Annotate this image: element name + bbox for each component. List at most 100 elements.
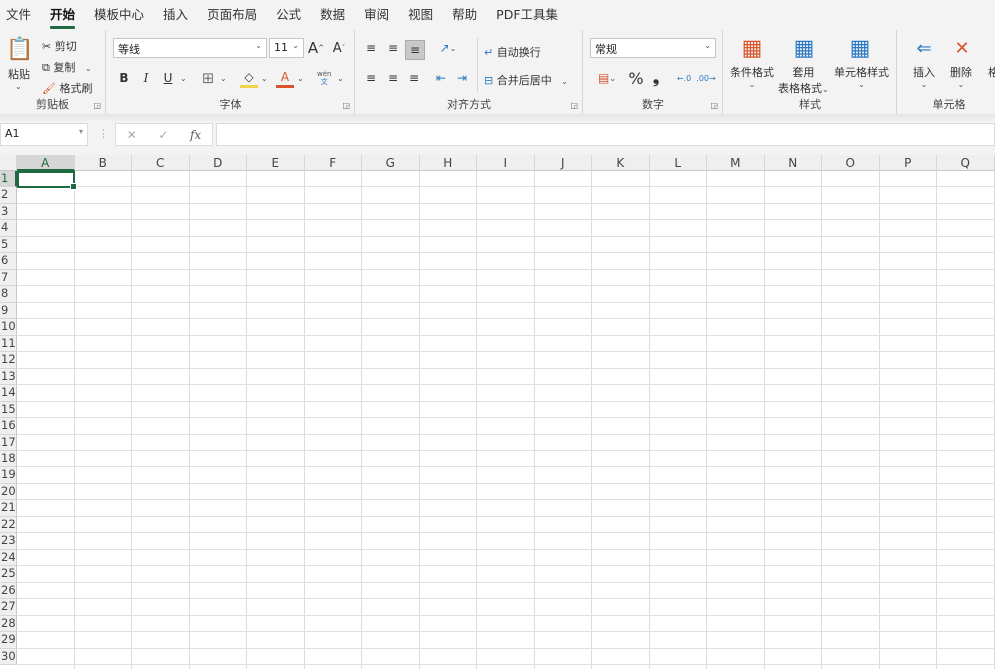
accounting-format-icon[interactable]: ▤ ⌄ xyxy=(592,68,622,88)
font-color-icon[interactable]: A xyxy=(276,68,294,88)
row-header[interactable]: 1 xyxy=(0,171,17,188)
chevron-down-icon[interactable]: ⌄ xyxy=(220,74,227,83)
format-as-table-icon[interactable]: ▦ xyxy=(790,36,818,61)
menu-tab[interactable]: 公式 xyxy=(276,4,301,23)
row-header[interactable]: 14 xyxy=(0,385,17,402)
insert-cells-button[interactable]: 插入 ⌄ xyxy=(913,64,935,89)
column-header[interactable]: F xyxy=(304,155,362,171)
chevron-down-icon[interactable]: ⌄ xyxy=(297,74,304,83)
menu-tab[interactable]: 插入 xyxy=(163,4,188,23)
menu-tab[interactable]: 视图 xyxy=(408,4,433,23)
row-header[interactable]: 19 xyxy=(0,467,17,484)
row-header[interactable]: 22 xyxy=(0,516,17,534)
enter-icon[interactable]: ✓ xyxy=(158,128,168,142)
menu-tab[interactable]: PDF工具集 xyxy=(496,4,558,23)
name-box[interactable]: A1 ▾ xyxy=(0,123,88,146)
row-header[interactable]: 15 xyxy=(0,401,17,419)
row-header[interactable]: 27 xyxy=(0,599,17,616)
increase-decimal-icon[interactable]: ←.0 xyxy=(674,68,694,88)
conditional-format-icon[interactable]: ▦ xyxy=(738,36,766,61)
align-top-icon[interactable]: ≡ xyxy=(362,38,380,58)
dialog-launcher-icon[interactable]: ◲ xyxy=(710,101,718,110)
align-middle-icon[interactable]: ≡ xyxy=(384,38,402,58)
row-header[interactable]: 25 xyxy=(0,566,17,583)
column-header[interactable]: L xyxy=(649,155,707,171)
active-cell[interactable] xyxy=(17,171,77,190)
select-all-button[interactable] xyxy=(0,155,17,171)
menu-tab[interactable]: 文件 xyxy=(6,4,31,23)
align-bottom-icon[interactable]: ≡ xyxy=(405,40,425,60)
delete-cells-icon[interactable]: ✕ xyxy=(948,36,976,60)
chevron-down-icon[interactable]: ⌄ xyxy=(15,82,22,91)
insert-cells-icon[interactable]: ⇐ xyxy=(910,36,938,60)
align-left-icon[interactable]: ≡ xyxy=(362,68,380,88)
underline-button[interactable]: U xyxy=(159,68,177,88)
drag-handle-icon[interactable]: ⋮ xyxy=(98,127,109,140)
row-header[interactable]: 23 xyxy=(0,533,17,550)
decrease-font-icon[interactable]: Aˇ xyxy=(329,38,349,58)
row-header[interactable]: 11 xyxy=(0,335,17,353)
paste-icon[interactable]: 📋 xyxy=(6,34,34,64)
cut-button[interactable]: ✂ 剪切 xyxy=(42,38,77,54)
increase-font-icon[interactable]: A ^ xyxy=(306,38,326,58)
copy-button[interactable]: ⧉ 复制 ⌄ xyxy=(42,59,92,75)
dialog-launcher-icon[interactable]: ◲ xyxy=(342,101,350,110)
column-header[interactable]: J xyxy=(534,155,592,171)
column-header[interactable]: C xyxy=(132,155,190,171)
row-header[interactable]: 3 xyxy=(0,203,17,221)
column-header[interactable]: A xyxy=(17,155,75,171)
row-header[interactable]: 9 xyxy=(0,302,17,320)
insert-function-icon[interactable]: fx xyxy=(190,128,201,142)
percent-button[interactable]: % xyxy=(626,68,646,88)
menu-tab[interactable]: 开始 xyxy=(50,4,76,29)
borders-icon[interactable]: ⊞ xyxy=(199,68,217,88)
decrease-indent-icon[interactable]: ⇤ xyxy=(432,68,450,88)
row-header[interactable]: 7 xyxy=(0,269,17,287)
chevron-down-icon[interactable]: ⌄ xyxy=(337,74,344,83)
cancel-icon[interactable]: ✕ xyxy=(127,128,137,142)
column-header[interactable]: H xyxy=(419,155,477,171)
column-header[interactable]: G xyxy=(362,155,420,171)
column-header[interactable]: N xyxy=(764,155,822,171)
column-header[interactable]: I xyxy=(477,155,535,171)
number-format-select[interactable]: 常规 ⌄ xyxy=(590,38,716,58)
row-header[interactable]: 8 xyxy=(0,286,17,303)
formula-input[interactable] xyxy=(216,123,995,146)
wrap-text-button[interactable]: ↵ 自动换行 xyxy=(484,44,541,60)
fill-color-icon[interactable]: ◇ xyxy=(240,68,258,88)
row-header[interactable]: 10 xyxy=(0,319,17,336)
menu-tab[interactable]: 帮助 xyxy=(452,4,477,23)
row-header[interactable]: 29 xyxy=(0,632,17,649)
phonetic-guide-icon[interactable]: wén 文 xyxy=(317,70,331,86)
row-header[interactable]: 20 xyxy=(0,483,17,501)
merge-center-button[interactable]: ⊟ 合并后居中 ⌄ xyxy=(484,72,568,88)
bold-button[interactable]: B xyxy=(115,68,133,88)
menu-tab[interactable]: 页面布局 xyxy=(207,4,257,23)
column-header[interactable]: D xyxy=(189,155,247,171)
column-header[interactable]: P xyxy=(879,155,937,171)
align-center-icon[interactable]: ≡ xyxy=(384,68,402,88)
dialog-launcher-icon[interactable]: ◲ xyxy=(570,101,578,110)
row-header[interactable]: 17 xyxy=(0,434,17,451)
menu-tab[interactable]: 审阅 xyxy=(364,4,389,23)
column-header[interactable]: K xyxy=(592,155,650,171)
column-header[interactable]: Q xyxy=(937,155,995,171)
font-size-select[interactable]: 11 ⌄ xyxy=(269,38,304,58)
column-header[interactable]: O xyxy=(822,155,880,171)
cell-styles-button[interactable]: 单元格样式 ⌄ xyxy=(834,64,889,89)
italic-button[interactable]: I xyxy=(137,68,155,88)
format-painter-button[interactable]: 🖌 格式刷 xyxy=(42,80,92,96)
row-header[interactable]: 21 xyxy=(0,500,17,517)
delete-cells-button[interactable]: 删除 ⌄ xyxy=(950,64,972,89)
row-header[interactable]: 24 xyxy=(0,549,17,567)
row-header[interactable]: 6 xyxy=(0,253,17,270)
spreadsheet-grid[interactable]: A B C D E F G H I J K L M N O P Q 1 2 3 4 5 6 7 8 9 10 11 12 13 14 15 16… xyxy=(0,155,995,669)
orientation-icon[interactable]: ↗ ⌄ xyxy=(434,38,462,58)
comma-button[interactable]: ❟ xyxy=(648,68,664,88)
chevron-down-icon[interactable]: ⌄ xyxy=(180,74,187,83)
row-header[interactable]: 26 xyxy=(0,582,17,600)
row-header[interactable]: 5 xyxy=(0,236,17,254)
conditional-format-button[interactable]: 条件格式 ⌄ xyxy=(730,64,774,89)
row-header[interactable]: 4 xyxy=(0,220,17,237)
column-header[interactable]: E xyxy=(247,155,305,171)
